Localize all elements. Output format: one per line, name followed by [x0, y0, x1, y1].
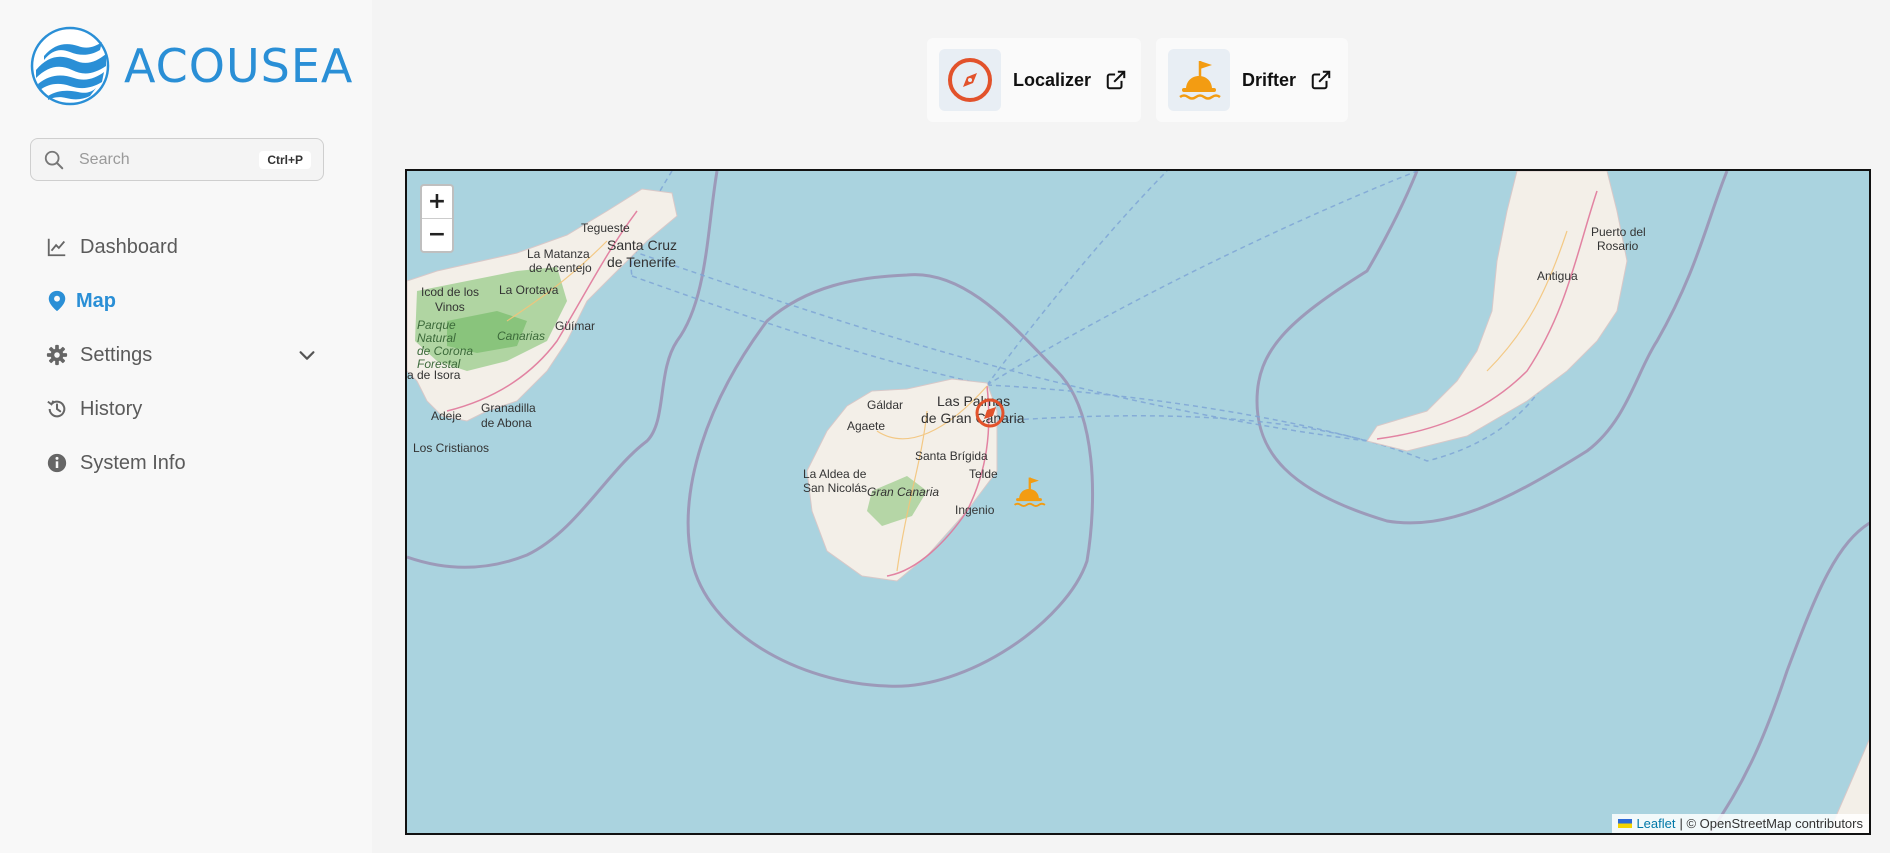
sidebar-item-dashboard[interactable]: Dashboard	[30, 220, 330, 274]
map-label: La Aldea de	[803, 467, 867, 481]
zoom-out-button[interactable]: −	[422, 219, 452, 251]
map-label: Icod de los	[421, 285, 480, 299]
drifter-marker-icon[interactable]	[1010, 473, 1048, 511]
map-label: Agaete	[847, 419, 886, 433]
search-box[interactable]: Ctrl+P	[30, 138, 324, 181]
map-label: Natural	[417, 331, 456, 345]
map-pin-icon	[46, 290, 68, 312]
map-view[interactable]: Tegueste Santa Cruz de Tenerife La Matan…	[405, 169, 1871, 835]
sidebar-item-label: Settings	[80, 343, 153, 366]
drifter-label: Drifter	[1242, 69, 1297, 90]
map-label: Granadilla	[481, 401, 536, 415]
map-label: de Tenerife	[607, 254, 677, 270]
attribution-text: | © OpenStreetMap contributors	[1679, 816, 1864, 831]
map-label: Vinos	[435, 300, 465, 314]
compass-icon	[939, 49, 1001, 111]
sidebar-item-label: System Info	[80, 451, 186, 474]
map-label: Rosario	[1597, 239, 1639, 253]
sidebar-item-label: History	[80, 397, 143, 420]
map-label: Santa Brígida	[915, 449, 988, 463]
map-label: Güímar	[555, 319, 596, 333]
history-icon	[46, 398, 68, 420]
map-label: de Acentejo	[529, 261, 592, 275]
map-label: Gran Canaria	[867, 485, 940, 499]
info-icon	[46, 452, 68, 474]
localizer-button[interactable]: Localizer	[927, 38, 1141, 122]
map-label: Ingenio	[955, 503, 995, 517]
map-label: Antigua	[1537, 269, 1578, 283]
external-link-icon	[1311, 70, 1331, 90]
localizer-marker-icon[interactable]	[974, 397, 1006, 429]
app-name: ACOUSEA	[124, 39, 354, 93]
zoom-control: + −	[420, 184, 454, 253]
map-label: de Gran Canaria	[921, 410, 1025, 426]
map-label: San Nicolás	[803, 481, 868, 495]
map-label: Parque	[417, 318, 456, 332]
zoom-in-button[interactable]: +	[422, 186, 452, 219]
chevron-down-icon[interactable]	[296, 344, 318, 366]
map-label: de Corona	[417, 344, 474, 358]
drifter-button[interactable]: Drifter	[1156, 38, 1348, 122]
sidebar-item-label: Map	[76, 289, 116, 312]
map-label: Adeje	[431, 409, 462, 423]
gear-icon	[46, 344, 68, 366]
sidebar-item-map[interactable]: Map	[30, 274, 330, 328]
ukraine-flag-icon	[1618, 819, 1633, 828]
map-label: La Orotava	[499, 283, 559, 297]
sidebar-item-history[interactable]: History	[30, 382, 330, 436]
map-label: Santa Cruz	[607, 237, 678, 253]
acousea-logo-icon	[30, 26, 110, 106]
external-link-icon	[1106, 70, 1126, 90]
map-label: Gáldar	[867, 398, 904, 412]
sidebar-nav: Dashboard Map Settings History System In…	[30, 220, 330, 490]
map-label: de Abona	[481, 416, 532, 430]
map-label: Telde	[969, 467, 998, 481]
search-shortcut: Ctrl+P	[259, 150, 311, 169]
map-tiles	[407, 171, 1869, 833]
map-label: Canarias	[497, 329, 546, 343]
search-input[interactable]	[77, 149, 241, 170]
sidebar-item-settings[interactable]: Settings	[30, 328, 330, 382]
map-attribution: Leaflet | © OpenStreetMap contributors	[1612, 814, 1869, 833]
leaflet-link[interactable]: Leaflet	[1636, 816, 1675, 831]
map-label: Tegueste	[581, 221, 630, 235]
map-label: La Matanza	[527, 247, 590, 261]
buoy-icon	[1168, 49, 1230, 111]
localizer-label: Localizer	[1013, 69, 1092, 90]
brand[interactable]: ACOUSEA	[30, 26, 353, 106]
sidebar-item-system-info[interactable]: System Info	[30, 436, 330, 490]
map-label: Los Cristianos	[413, 441, 490, 455]
chart-line-icon	[46, 236, 68, 258]
sidebar: ACOUSEA Ctrl+P Dashboard Map Settings	[0, 0, 372, 853]
map-label: Puerto del	[1591, 225, 1646, 239]
sidebar-item-label: Dashboard	[80, 235, 178, 258]
search-icon	[44, 150, 64, 169]
map-label: a de Isora	[407, 368, 461, 382]
